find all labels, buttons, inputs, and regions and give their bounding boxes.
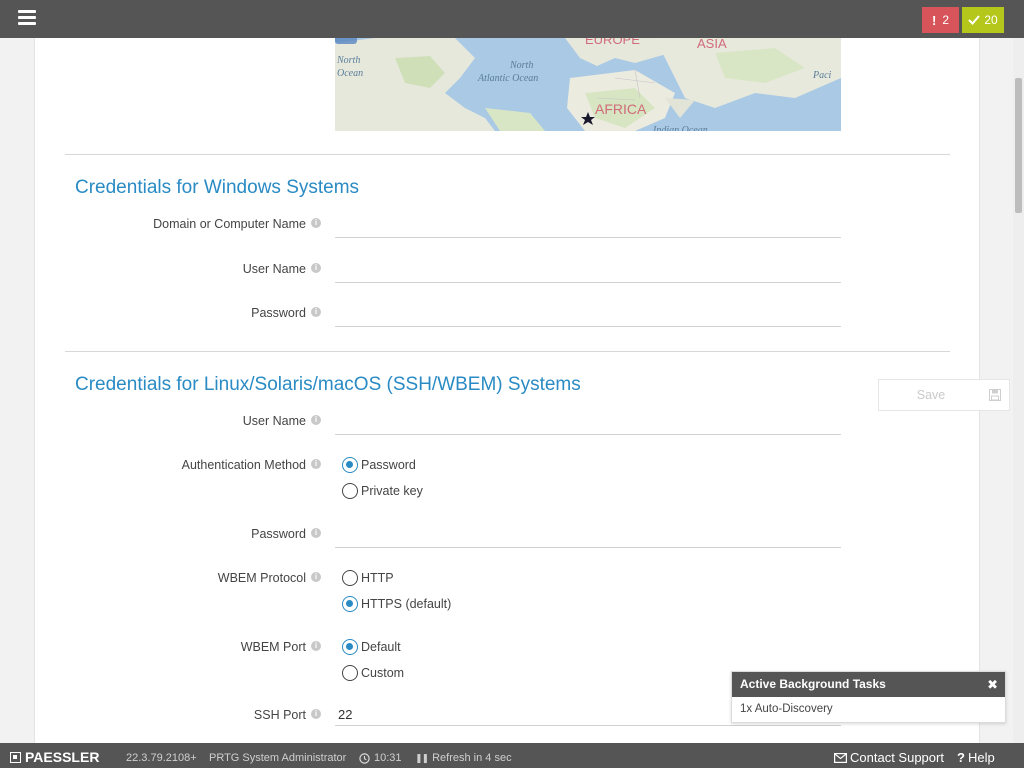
linux-user-label: User Name (242, 414, 306, 428)
question-icon: ? (957, 750, 965, 765)
info-icon[interactable]: i (311, 641, 321, 651)
info-icon[interactable]: i (311, 459, 321, 469)
clock-icon (359, 752, 370, 764)
radio-label: Custom (361, 666, 405, 680)
auth-private-key-radio[interactable]: Private key (342, 483, 423, 499)
radio-selected-icon (342, 596, 358, 612)
info-icon[interactable]: i (311, 307, 321, 317)
ok-count: 20 (984, 13, 998, 27)
info-icon[interactable]: i (311, 709, 321, 719)
top-bar: ! 2 20 (0, 0, 1024, 38)
windows-user-label: User Name (242, 262, 306, 276)
ok-count-badge[interactable]: 20 (962, 7, 1004, 33)
ssh-port-label: SSH Port (253, 708, 306, 722)
menu-icon[interactable] (18, 10, 36, 26)
radio-label: Private key (361, 484, 423, 498)
wbem-port-custom-radio[interactable]: Custom (342, 665, 404, 681)
alarm-count: 2 (942, 13, 950, 27)
help-label: Help (967, 750, 995, 765)
scrollbar-thumb[interactable] (1015, 78, 1022, 213)
section-divider (65, 351, 950, 352)
radio-selected-icon (342, 639, 358, 655)
background-task-item[interactable]: 1x Auto-Discovery (732, 697, 1005, 721)
svg-text:Atlantic Ocean: Atlantic Ocean (477, 73, 538, 84)
radio-selected-icon (342, 457, 358, 473)
svg-text:Paci: Paci (812, 70, 832, 81)
clock-time: 10:31 (374, 752, 402, 764)
windows-credentials-title: Credentials for Windows Systems (75, 177, 360, 198)
version-text: 22.3.79.2108+ (126, 752, 197, 764)
info-icon[interactable]: i (311, 218, 321, 228)
svg-text:AFRICA: AFRICA (595, 101, 647, 117)
background-tasks-popup: Active Background Tasks ✖ 1x Auto-Discov… (731, 671, 1006, 723)
linux-password-label: Password (251, 527, 306, 541)
background-tasks-header: Active Background Tasks ✖ (732, 672, 1005, 697)
info-icon[interactable]: i (311, 528, 321, 538)
page-scrollbar[interactable] (1013, 38, 1024, 743)
wbem-protocol-label: WBEM Protocol (217, 571, 306, 585)
save-button[interactable]: Save (879, 388, 983, 402)
windows-password-field[interactable] (335, 305, 841, 327)
svg-text:Ocean: Ocean (337, 68, 363, 79)
footer-bar: PAESSLER 22.3.79.2108+ PRTG System Admin… (0, 743, 1024, 768)
pause-icon[interactable]: ❚❚ (415, 743, 429, 768)
auth-method-label: Authentication Method (181, 458, 306, 472)
wbem-port-default-radio[interactable]: Default (342, 639, 401, 655)
check-icon (968, 15, 981, 25)
settings-panel: North Ocean North Atlantic Ocean EUROPE … (34, 38, 980, 743)
domain-label: Domain or Computer Name (153, 217, 306, 231)
help-link[interactable]: ? Help (957, 743, 995, 768)
svg-text:Indian Ocean: Indian Ocean (652, 125, 708, 131)
wbem-http-radio[interactable]: HTTP (342, 570, 394, 586)
refresh-text: Refresh in 4 sec (432, 752, 512, 764)
paessler-logo[interactable]: PAESSLER (10, 743, 99, 768)
linux-user-field[interactable] (335, 413, 841, 435)
clock: 10:31 (359, 743, 402, 768)
radio-unselected-icon (342, 570, 358, 586)
domain-field[interactable] (335, 216, 841, 238)
user-name[interactable]: PRTG System Administrator (209, 743, 346, 768)
info-icon[interactable]: i (311, 415, 321, 425)
auth-password-radio[interactable]: Password (342, 457, 416, 473)
refresh-control[interactable]: ❚❚ Refresh in 4 sec (415, 743, 512, 768)
contact-support-link[interactable]: Contact Support (834, 743, 944, 768)
svg-text:ASIA: ASIA (697, 38, 727, 51)
alarm-count-badge[interactable]: ! 2 (922, 7, 959, 33)
radio-label: Password (361, 458, 416, 472)
background-tasks-title: Active Background Tasks (740, 677, 886, 691)
radio-label: HTTP (361, 571, 394, 585)
linux-password-field[interactable] (335, 526, 841, 548)
info-icon[interactable]: i (311, 572, 321, 582)
save-panel: Save (878, 379, 1010, 411)
paessler-logo-icon (10, 751, 21, 763)
location-map[interactable]: North Ocean North Atlantic Ocean EUROPE … (335, 38, 841, 131)
alert-icon: ! (931, 12, 937, 28)
radio-unselected-icon (342, 483, 358, 499)
floppy-disk-icon[interactable] (989, 389, 1001, 401)
contact-support-label: Contact Support (850, 750, 944, 765)
radio-label: Default (361, 640, 401, 654)
section-divider (65, 154, 950, 155)
close-icon[interactable]: ✖ (987, 672, 998, 697)
wbem-port-label: WBEM Port (240, 640, 306, 654)
envelope-icon (834, 753, 847, 763)
windows-password-label: Password (251, 306, 306, 320)
svg-text:North: North (336, 55, 360, 66)
wbem-https-radio[interactable]: HTTPS (default) (342, 596, 451, 612)
windows-user-field[interactable] (335, 261, 841, 283)
radio-label: HTTPS (default) (361, 597, 452, 611)
brand-name: PAESSLER (25, 749, 100, 765)
svg-text:EUROPE: EUROPE (585, 38, 640, 47)
linux-credentials-title: Credentials for Linux/Solaris/macOS (SSH… (75, 374, 581, 395)
svg-text:North: North (509, 60, 533, 71)
radio-unselected-icon (342, 665, 358, 681)
info-icon[interactable]: i (311, 263, 321, 273)
